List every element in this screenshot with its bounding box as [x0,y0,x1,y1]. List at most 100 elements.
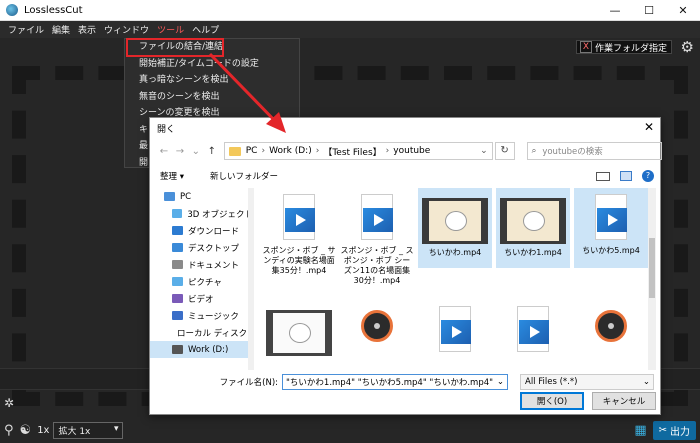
nav-label: ローカル ディスク (C [177,328,254,339]
preview-pane-icon[interactable] [620,171,632,181]
file-list-scrollbar[interactable] [648,188,656,370]
refresh-icon[interactable]: ↻ [494,142,515,160]
nav-label: Work (D:) [188,344,229,355]
menu-help[interactable]: ヘルプ [188,23,223,36]
menu-item-set-timecode[interactable]: 開始補正/タイムコードの設定 [125,56,299,73]
view-mode-icon[interactable] [596,171,610,181]
zoom-select[interactable]: 拡大 1x ▾ [53,421,124,439]
file-item-selected[interactable]: ちいかわ.mp4 [418,188,492,268]
file-item[interactable] [340,300,414,350]
bottom-right-controls: ▦ ✂ 出力 [634,421,696,440]
app-titlebar: LosslessCut — ☐ ✕ [0,0,700,21]
file-item[interactable] [496,300,570,358]
chevron-down-icon: ⌄ [642,377,650,387]
folder-icon [228,146,241,156]
zoom-prefix: 1x [37,424,50,436]
file-item-selected[interactable]: ちいかわ1.mp4 [496,188,570,268]
up-arrow-icon[interactable]: ↑ [204,146,220,157]
nav-item-local-disk[interactable]: ローカル ディスク (C [150,324,253,341]
nav-item-videos[interactable]: ビデオ [150,290,253,307]
drive-icon [172,345,183,354]
menu-edit[interactable]: 編集 [48,23,74,36]
nav-label: 3D オブジェクト [187,209,253,220]
menu-window[interactable]: ウィンドウ [100,23,153,36]
breadcrumb-work[interactable]: Work (D:) [269,146,312,156]
minimize-button[interactable]: — [598,0,632,21]
file-item[interactable]: スポンジ・ボブ _ スポンジ・ボブ シーズン11の名場面集30分！.mp4 [340,188,414,286]
chevron-down-icon[interactable]: ⌄ [480,146,488,156]
nav-label: ダウンロード [188,226,240,237]
person-icon[interactable]: ⚲ [4,423,14,438]
file-name: ちいかわ5.mp4 [582,246,640,255]
file-item[interactable] [418,300,492,358]
disc-icon [357,306,397,346]
calendar-icon[interactable]: ▦ [634,423,646,438]
close-icon[interactable]: ✕ [644,120,654,134]
nav-item-work-drive[interactable]: Work (D:) [150,341,253,358]
address-bar: ← → ⌄ ↑ PC › Work (D:) › 【Test Files】 › … [150,139,663,163]
losslesscut-logo-icon [6,4,18,16]
nav-scrollbar[interactable] [248,188,254,370]
dialog-title: 開く [157,124,176,135]
back-icon[interactable]: ← [156,146,172,157]
media-file-icon [513,306,553,354]
file-name: スポンジ・ボブ _ サンディの実験名場面集35分！.mp4 [262,246,336,275]
menu-file[interactable]: ファイル [4,23,48,36]
yin-yang-icon[interactable]: ☯ [20,423,32,438]
dialog-buttons: 開く(O) キャンセル [520,392,656,410]
settings-gear-icon[interactable]: ✲ [4,396,14,410]
working-folder-label: 作業フォルダ指定 [594,43,667,54]
breadcrumb[interactable]: PC › Work (D:) › 【Test Files】 › youtube … [223,142,493,160]
breadcrumb-pc[interactable]: PC [246,146,258,156]
nav-label: デスクトップ [188,243,240,254]
file-item[interactable] [574,300,648,350]
forward-icon[interactable]: → [172,146,188,157]
new-folder-button[interactable]: 新しいフォルダー [210,170,278,182]
menu-item-detect-black[interactable]: 真っ暗なシーンを検出 [125,72,299,89]
nav-label: ドキュメント [188,260,240,271]
file-name: ちいかわ.mp4 [428,248,482,257]
scrollbar-thumb[interactable] [649,238,655,298]
nav-item-3d-objects[interactable]: 3D オブジェクト [150,205,253,222]
breadcrumb-testfiles[interactable]: 【Test Files】 [323,145,381,158]
nav-item-pictures[interactable]: ピクチャ [150,273,253,290]
music-icon [172,311,183,320]
gear-icon[interactable]: ⚙ [681,38,694,56]
media-file-icon [435,306,475,354]
nav-item-music[interactable]: ミュージック [150,307,253,324]
menu-item-merge-files[interactable]: ファイルの結合/連結 [126,38,224,57]
maximize-button[interactable]: ☐ [632,0,666,21]
menu-tools[interactable]: ツール [153,23,188,36]
view-controls: ? [596,170,654,182]
breadcrumb-youtube[interactable]: youtube [393,146,430,156]
filename-label: ファイル名(N): [219,378,278,388]
file-item[interactable]: スポンジ・ボブ _ サンディの実験名場面集35分！.mp4 [262,188,336,276]
clear-folder-icon[interactable]: X [579,41,592,53]
nav-item-documents[interactable]: ドキュメント [150,256,253,273]
disc-icon [591,306,631,346]
filename-field[interactable]: "ちいかわ1.mp4" "ちいかわ5.mp4" "ちいかわ.mp4" ⌄ [282,374,508,390]
cube-icon [172,209,183,218]
close-window-button[interactable]: ✕ [666,0,700,21]
filetype-select[interactable]: All Files (*.*) ⌄ [520,374,654,390]
nav-item-downloads[interactable]: ダウンロード [150,222,253,239]
menu-view[interactable]: 表示 [74,23,100,36]
open-file-dialog: 開く ✕ ← → ⌄ ↑ PC › Work (D:) › 【Test File… [149,117,663,415]
download-icon [172,226,183,235]
export-button[interactable]: ✂ 出力 [652,421,696,440]
menu-item-detect-silence[interactable]: 無音のシーンを検出 [125,89,299,106]
open-button[interactable]: 開く(O) [520,392,584,410]
search-input[interactable]: ⌕ youtubeの検索 [526,142,663,160]
nav-item-desktop[interactable]: デスクトップ [150,239,253,256]
cancel-button[interactable]: キャンセル [592,392,656,410]
export-label: 出力 [670,427,690,438]
file-item[interactable] [262,300,336,360]
organize-button[interactable]: 整理 ▾ [160,170,184,182]
working-folder-button[interactable]: X 作業フォルダ指定 [575,40,672,54]
file-item-selected[interactable]: ちいかわ5.mp4 [574,188,648,268]
help-icon[interactable]: ? [642,170,654,182]
chevron-down-icon[interactable]: ⌄ [497,377,504,387]
nav-item-pc[interactable]: PC [150,188,253,205]
recent-chevron-icon[interactable]: ⌄ [188,146,204,157]
filename-value: "ちいかわ1.mp4" "ちいかわ5.mp4" "ちいかわ.mp4" [286,378,494,388]
